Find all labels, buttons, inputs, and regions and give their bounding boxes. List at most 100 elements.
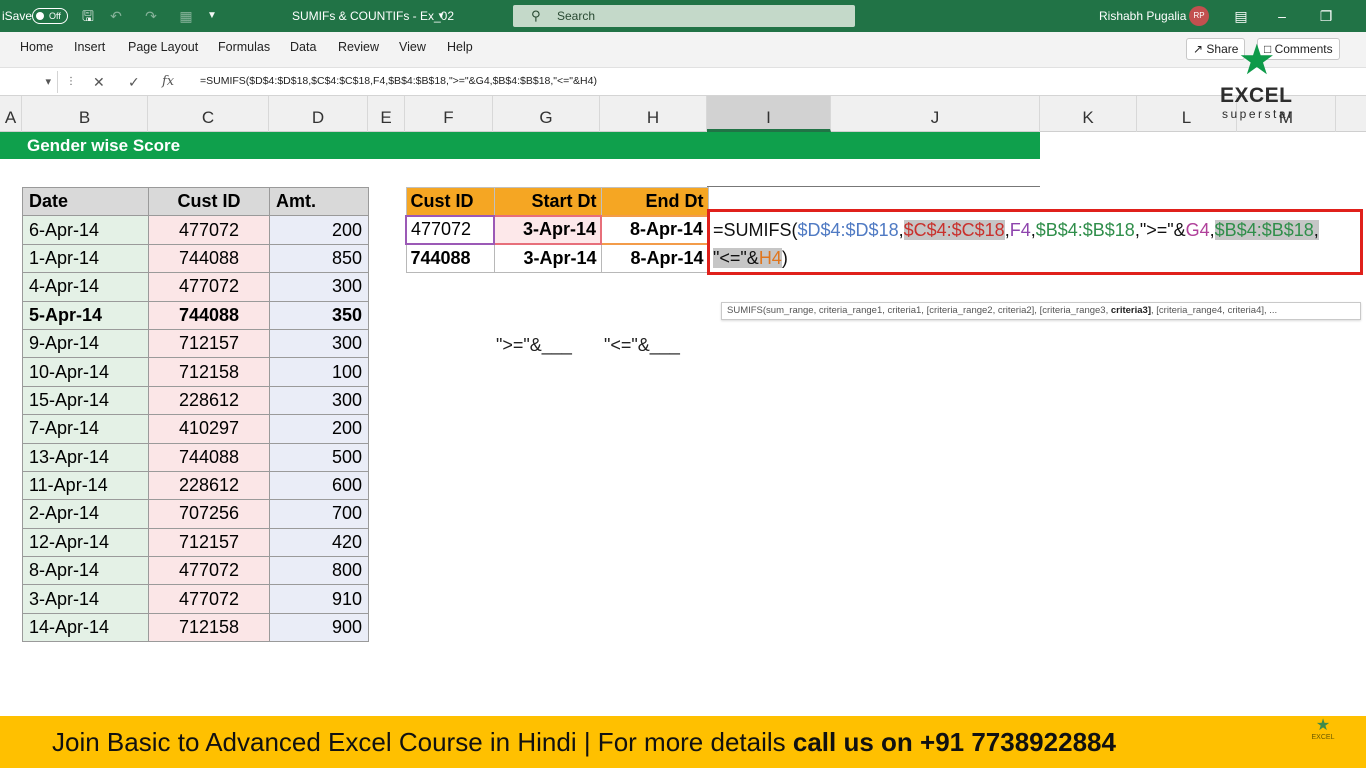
cust-id-cell[interactable]: 744088 — [148, 442, 270, 472]
criteria-cust-id-cell[interactable]: 744088 — [405, 243, 495, 273]
tab-home[interactable]: Home — [20, 40, 53, 54]
cust-id-cell[interactable]: 707256 — [148, 499, 270, 529]
table-row: 4-Apr-14 477072 300 — [22, 272, 369, 302]
date-cell[interactable]: 14-Apr-14 — [22, 612, 149, 643]
criteria-header-start-dt[interactable]: Start Dt — [493, 187, 602, 216]
cust-id-cell[interactable]: 712157 — [148, 328, 270, 359]
column-header-b[interactable]: B — [22, 96, 148, 132]
column-header-j[interactable]: J — [831, 96, 1040, 132]
cust-id-cell[interactable]: 712157 — [148, 527, 270, 558]
amount-cell[interactable]: 300 — [269, 272, 369, 302]
cust-id-cell[interactable]: 410297 — [148, 414, 270, 444]
amount-cell[interactable]: 800 — [269, 556, 369, 586]
column-header-a[interactable]: A — [0, 96, 22, 132]
restore-icon[interactable]: ❐ — [1316, 6, 1336, 26]
avatar[interactable]: RP — [1189, 6, 1209, 26]
function-arguments-tooltip[interactable]: SUMIFS(sum_range, criteria_range1, crite… — [721, 302, 1361, 320]
cust-id-cell[interactable]: 712158 — [148, 612, 270, 643]
formula-edit-cell[interactable]: =SUMIFS($D$4:$D$18,$C$4:$C$18,F4,$B$4:$B… — [707, 209, 1363, 275]
column-header-e[interactable]: E — [368, 96, 405, 132]
date-cell[interactable]: 7-Apr-14 — [22, 414, 149, 444]
amount-cell[interactable]: 700 — [269, 499, 369, 529]
date-cell[interactable]: 11-Apr-14 — [22, 470, 149, 501]
tab-data[interactable]: Data — [290, 40, 316, 54]
cancel-icon[interactable]: ✕ — [93, 72, 105, 92]
amount-cell[interactable]: 200 — [269, 414, 369, 444]
date-cell[interactable]: 10-Apr-14 — [22, 357, 149, 387]
column-header-g[interactable]: G — [493, 96, 600, 132]
column-header-d[interactable]: D — [269, 96, 368, 132]
criteria-end-dt-cell[interactable]: 8-Apr-14 — [600, 243, 709, 273]
date-cell[interactable]: 4-Apr-14 — [22, 272, 149, 302]
document-title[interactable]: SUMIFs & COUNTIFs - Ex_02 — [292, 9, 454, 23]
save-icon[interactable]: 🖫 — [80, 8, 96, 24]
tab-view[interactable]: View — [399, 40, 426, 54]
column-header-f[interactable]: F — [405, 96, 493, 132]
column-header-c[interactable]: C — [148, 96, 269, 132]
header-amount[interactable]: Amt. — [269, 186, 369, 217]
date-cell[interactable]: 8-Apr-14 — [22, 556, 149, 586]
tab-review[interactable]: Review — [338, 40, 379, 54]
tab-help[interactable]: Help — [447, 40, 473, 54]
criteria-cust-id-cell[interactable]: 477072 — [405, 214, 495, 245]
undo-icon[interactable]: ↶ — [108, 8, 124, 24]
cust-id-cell[interactable]: 744088 — [148, 300, 270, 330]
date-cell[interactable]: 1-Apr-14 — [22, 243, 149, 274]
amount-cell[interactable]: 600 — [269, 470, 369, 501]
cust-id-cell[interactable]: 477072 — [148, 584, 270, 614]
criteria-start-dt-cell[interactable]: 3-Apr-14 — [493, 243, 602, 273]
date-cell[interactable]: 2-Apr-14 — [22, 499, 149, 529]
date-cell[interactable]: 6-Apr-14 — [22, 215, 149, 245]
column-header-i[interactable]: I — [707, 96, 831, 132]
criteria-start-dt-cell[interactable]: 3-Apr-14 — [493, 214, 602, 245]
worksheet-grid[interactable]: Gender wise Score Date Cust ID Amt. 6-Ap… — [0, 132, 1366, 716]
criteria-header-cust-id[interactable]: Cust ID — [405, 187, 495, 216]
amount-cell[interactable]: 100 — [269, 357, 369, 387]
ribbon-display-icon[interactable]: ▤ — [1231, 6, 1251, 26]
date-cell[interactable]: 9-Apr-14 — [22, 328, 149, 359]
date-cell[interactable]: 3-Apr-14 — [22, 584, 149, 614]
amount-cell[interactable]: 350 — [269, 300, 369, 330]
date-cell[interactable]: 5-Apr-14 — [22, 300, 149, 330]
amount-cell[interactable]: 900 — [269, 612, 369, 643]
autosave-toggle[interactable]: Off — [32, 8, 68, 24]
tab-page-layout[interactable]: Page Layout — [128, 40, 198, 54]
cust-id-cell[interactable]: 744088 — [148, 243, 270, 274]
cust-id-cell[interactable]: 477072 — [148, 215, 270, 245]
amount-cell[interactable]: 910 — [269, 584, 369, 614]
form-icon[interactable]: ▦ — [178, 8, 194, 24]
minimize-icon[interactable]: – — [1272, 6, 1292, 26]
cust-id-cell[interactable]: 477072 — [148, 556, 270, 586]
date-cell[interactable]: 12-Apr-14 — [22, 527, 149, 558]
column-header-k[interactable]: K — [1040, 96, 1137, 132]
search-icon: ⚲ — [531, 8, 541, 23]
column-header-h[interactable]: H — [600, 96, 707, 132]
tab-insert[interactable]: Insert — [74, 40, 105, 54]
search-input[interactable]: ⚲ Search — [513, 5, 855, 27]
date-cell[interactable]: 15-Apr-14 — [22, 385, 149, 416]
redo-icon[interactable]: ↷ — [143, 8, 159, 24]
title-chevron-icon[interactable]: ▼ — [437, 11, 445, 20]
header-cust-id[interactable]: Cust ID — [148, 186, 270, 217]
enter-icon[interactable]: ✓ — [128, 72, 140, 92]
criteria-table: Cust ID Start Dt End Dt 477072 3-Apr-14 … — [405, 187, 709, 273]
customize-icon[interactable]: ▼ — [204, 8, 220, 24]
criteria-end-dt-cell[interactable]: 8-Apr-14 — [600, 214, 709, 245]
amount-cell[interactable]: 500 — [269, 442, 369, 472]
cust-id-cell[interactable]: 712158 — [148, 357, 270, 387]
formula-input[interactable]: =SUMIFS($D$4:$D$18,$C$4:$C$18,F4,$B$4:$B… — [200, 75, 597, 87]
amount-cell[interactable]: 200 — [269, 215, 369, 245]
amount-cell[interactable]: 850 — [269, 243, 369, 274]
fx-icon[interactable]: fx — [162, 72, 174, 92]
amount-cell[interactable]: 300 — [269, 385, 369, 416]
header-date[interactable]: Date — [22, 186, 149, 217]
criteria-header-end-dt[interactable]: End Dt — [600, 187, 709, 216]
date-cell[interactable]: 13-Apr-14 — [22, 442, 149, 472]
tab-formulas[interactable]: Formulas — [218, 40, 270, 54]
amount-cell[interactable]: 420 — [269, 527, 369, 558]
name-box[interactable]: ▾ — [0, 71, 58, 93]
cust-id-cell[interactable]: 228612 — [148, 470, 270, 501]
cust-id-cell[interactable]: 477072 — [148, 272, 270, 302]
cust-id-cell[interactable]: 228612 — [148, 385, 270, 416]
amount-cell[interactable]: 300 — [269, 328, 369, 359]
